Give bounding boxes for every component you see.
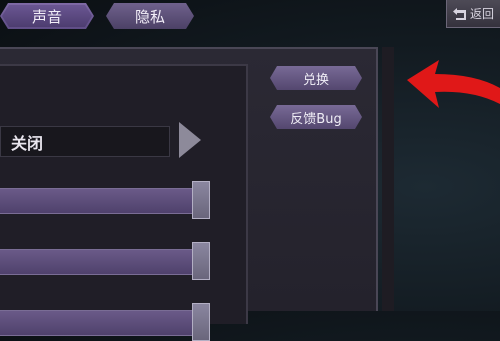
slider-track — [0, 188, 196, 214]
tab-privacy[interactable]: 隐私 — [106, 3, 194, 29]
back-button-label: 返回 — [470, 7, 495, 21]
next-option-arrow-icon[interactable] — [179, 122, 201, 158]
slider-track — [0, 310, 196, 336]
back-arrow-icon — [453, 7, 466, 20]
feedback-bug-button[interactable]: 反馈Bug — [270, 105, 362, 129]
tab-sound[interactable]: 声音 — [0, 3, 94, 29]
option-select-value: 关闭 — [11, 133, 44, 153]
slider-handle[interactable] — [192, 181, 210, 219]
volume-slider-1[interactable] — [0, 181, 210, 219]
slider-track — [0, 249, 196, 275]
panel-edge — [382, 47, 394, 311]
volume-slider-2[interactable] — [0, 242, 210, 280]
slider-handle[interactable] — [192, 242, 210, 280]
tab-sound-label: 声音 — [31, 7, 62, 26]
slider-handle[interactable] — [192, 303, 210, 341]
redeem-button[interactable]: 兑换 — [270, 66, 362, 90]
feedback-bug-button-label: 反馈Bug — [290, 111, 342, 127]
redeem-button-label: 兑换 — [302, 72, 329, 88]
option-select[interactable]: 关闭 — [0, 126, 170, 157]
red-arrow-icon — [407, 60, 500, 108]
volume-slider-3[interactable] — [0, 303, 210, 341]
back-button[interactable]: 返回 — [446, 0, 500, 28]
tab-privacy-label: 隐私 — [134, 7, 165, 26]
